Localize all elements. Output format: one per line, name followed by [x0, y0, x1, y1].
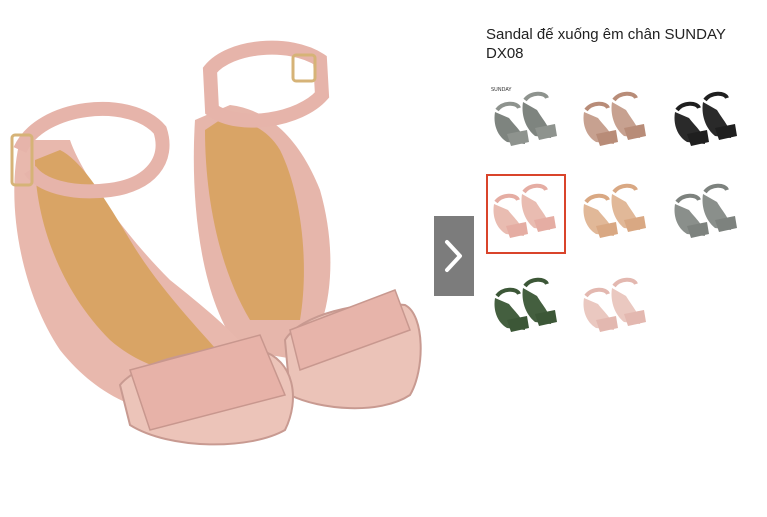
thumb-light-pink[interactable]	[578, 270, 654, 346]
thumb-grey[interactable]	[669, 176, 745, 252]
thumb-green[interactable]	[489, 270, 565, 346]
sandal-pair-image	[583, 277, 646, 332]
thumb-pink[interactable]	[486, 174, 566, 254]
main-product-image	[0, 0, 430, 517]
thumb-beige[interactable]	[578, 176, 654, 252]
thumb-taupe[interactable]	[578, 84, 654, 160]
next-image-button[interactable]	[434, 216, 474, 296]
sandal-pair-image	[583, 183, 646, 238]
thumb-grey-with-label[interactable]: SUNDAY	[489, 84, 565, 160]
thumb-black[interactable]	[669, 84, 745, 160]
sandal-pair-image	[493, 183, 556, 238]
sandal-pair-image	[674, 91, 737, 146]
chevron-right-icon	[445, 240, 462, 272]
sandal-pair-image	[494, 277, 557, 332]
sandal-pair-image	[494, 91, 557, 146]
brand-label: SUNDAY	[491, 87, 512, 93]
sandal-pair-image	[583, 91, 646, 146]
sandal-pair-image	[674, 183, 737, 238]
product-title: Sandal đế xuống êm chân SUNDAY DX08	[486, 26, 726, 62]
